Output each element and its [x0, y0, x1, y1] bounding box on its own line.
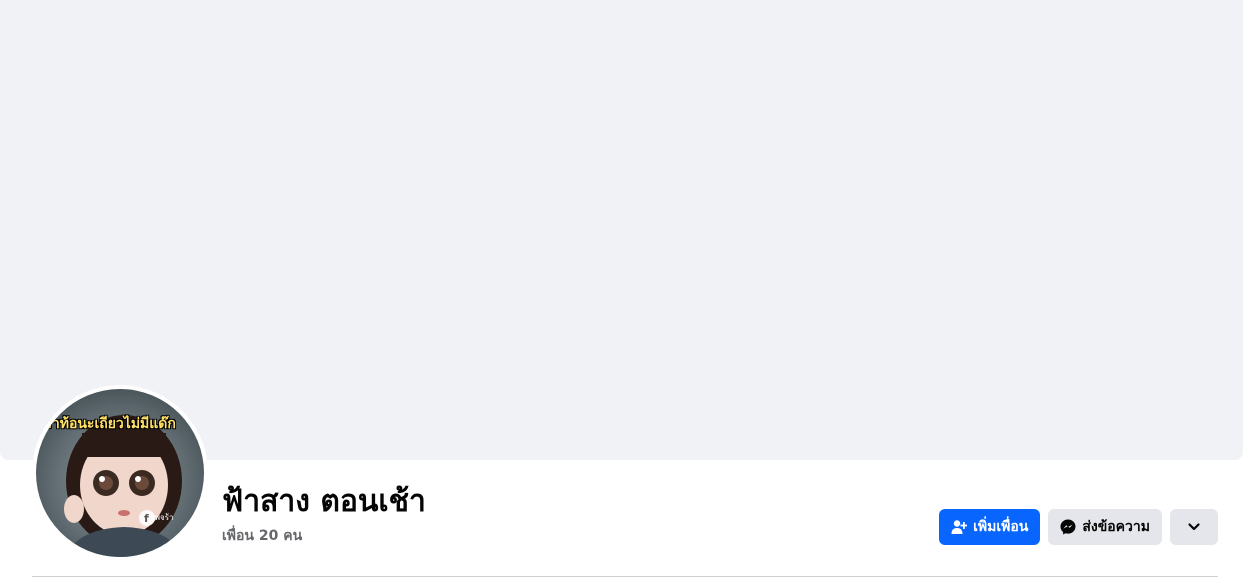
- add-friend-button[interactable]: เพิ่มเพื่อน: [939, 509, 1041, 545]
- profile-picture[interactable]: f ว่าท้อนะเถียวไม่มีแด๊ก เพจร้า: [36, 389, 204, 557]
- messenger-icon: [1060, 519, 1076, 535]
- add-friend-label: เพิ่มเพื่อน: [973, 519, 1029, 535]
- profile-picture-frame: f ว่าท้อนะเถียวไม่มีแด๊ก เพจร้า: [32, 385, 208, 561]
- message-button[interactable]: ส่งข้อความ: [1048, 509, 1162, 545]
- profile-name: ฟ้าสาง ตอนเช้า: [222, 484, 426, 519]
- avatar-caption-text: ว่าท้อนะเถียวไม่มีแด๊ก: [44, 416, 176, 432]
- add-person-icon: [951, 519, 968, 535]
- avatar-watermark-text: เพจร้า: [152, 513, 174, 522]
- svg-text:f: f: [144, 512, 149, 525]
- section-divider: [32, 576, 1218, 577]
- cover-photo[interactable]: [0, 0, 1243, 460]
- friends-count-link[interactable]: เพื่อน 20 คน: [222, 526, 302, 546]
- more-options-button[interactable]: [1170, 509, 1218, 545]
- message-label: ส่งข้อความ: [1082, 519, 1150, 535]
- profile-actions: เพิ่มเพื่อน ส่งข้อความ: [939, 509, 1218, 545]
- chevron-down-icon: [1187, 520, 1201, 534]
- profile-page: f ว่าท้อนะเถียวไม่มีแด๊ก เพจร้า ฟ้าสาง ต…: [0, 0, 1243, 578]
